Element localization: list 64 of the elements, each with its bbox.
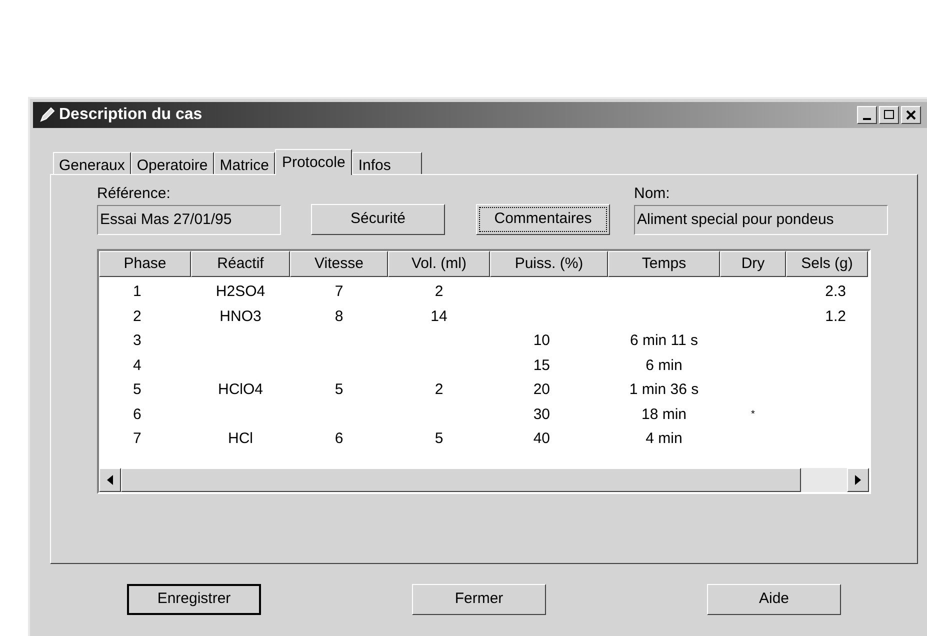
table-cell: 18 min <box>641 406 687 422</box>
maximize-button[interactable] <box>879 106 899 124</box>
table-cell: HNO3 <box>220 308 262 324</box>
tab[interactable]: Generaux <box>53 152 131 174</box>
table-cell: 5 <box>334 381 344 398</box>
field-label: Référence: <box>97 184 172 204</box>
table-cell: 6 <box>334 430 344 447</box>
table-cell: 1.2 <box>825 308 846 324</box>
column-header[interactable]: Vol. (ml) <box>388 251 490 277</box>
close-dialog-button[interactable]: Fermer <box>412 584 546 615</box>
commentaires-button[interactable]: Commentaires <box>476 204 610 235</box>
table-cell: HCl <box>228 430 253 447</box>
field-label: Nom: <box>634 184 671 204</box>
table-cell: 7 <box>133 430 142 447</box>
column-header[interactable]: Sels (g) <box>786 251 868 277</box>
tab[interactable]: Operatoire <box>130 152 214 174</box>
table-cell: 7 <box>334 283 344 300</box>
table-cell: 4 <box>133 356 142 374</box>
reference-field[interactable]: Essai Mas 27/01/95 <box>97 205 281 235</box>
table-cell: 1 min 36 s <box>629 381 699 398</box>
minimize-icon <box>863 118 871 120</box>
table-cell: * <box>751 408 755 420</box>
tab[interactable]: Matrice <box>214 152 275 174</box>
tab[interactable]: Infos <box>352 152 422 174</box>
table-cell: H2SO4 <box>216 283 266 300</box>
table-cell: 8 <box>334 308 344 324</box>
column-header[interactable]: Puiss. (%) <box>490 251 608 277</box>
table-cell: 6 min <box>646 356 682 374</box>
securite-button[interactable]: Sécurité <box>311 204 445 235</box>
close-button[interactable] <box>901 106 921 124</box>
right-arrow-icon <box>855 475 861 485</box>
table-cell: 10 <box>533 332 550 349</box>
column-header[interactable]: Réactif <box>191 251 290 277</box>
window-title: Description du cas <box>59 105 202 125</box>
table-cell: 30 <box>533 406 550 422</box>
table-cell: 40 <box>533 430 550 447</box>
column-header[interactable]: Vitesse <box>290 251 388 277</box>
column-header[interactable]: Dry <box>720 251 786 277</box>
table-cell: 6 min 11 s <box>630 332 698 349</box>
table-cell: 2.3 <box>825 283 846 300</box>
table-cell: 1 <box>133 283 142 300</box>
table-cell: 4 min <box>646 430 682 447</box>
table-cell: 2 <box>133 308 142 324</box>
table-cell: 6 <box>133 406 142 422</box>
pen-icon <box>39 107 55 123</box>
table-cell: 5 <box>133 381 142 398</box>
table-cell: 2 <box>434 283 444 300</box>
table-cell: 3 <box>133 332 142 349</box>
table-cell: 5 <box>434 430 444 447</box>
left-arrow-icon <box>107 475 113 485</box>
help-button[interactable]: Aide <box>707 584 841 615</box>
table-cell: HClO4 <box>218 381 263 398</box>
table-cell: 20 <box>533 381 550 398</box>
tab[interactable]: Protocole <box>274 149 352 175</box>
table-cell: 2 <box>434 381 444 398</box>
save-button[interactable]: Enregistrer <box>127 584 261 615</box>
column-header[interactable]: Phase <box>99 251 191 277</box>
maximize-icon <box>884 110 894 120</box>
table-cell: 15 <box>533 356 550 374</box>
name-field[interactable]: Aliment special pour pondeus <box>634 205 888 235</box>
column-header[interactable]: Temps <box>608 251 720 277</box>
minimize-button[interactable] <box>857 106 877 124</box>
close-icon <box>906 110 916 120</box>
table-cell: 14 <box>430 308 448 324</box>
